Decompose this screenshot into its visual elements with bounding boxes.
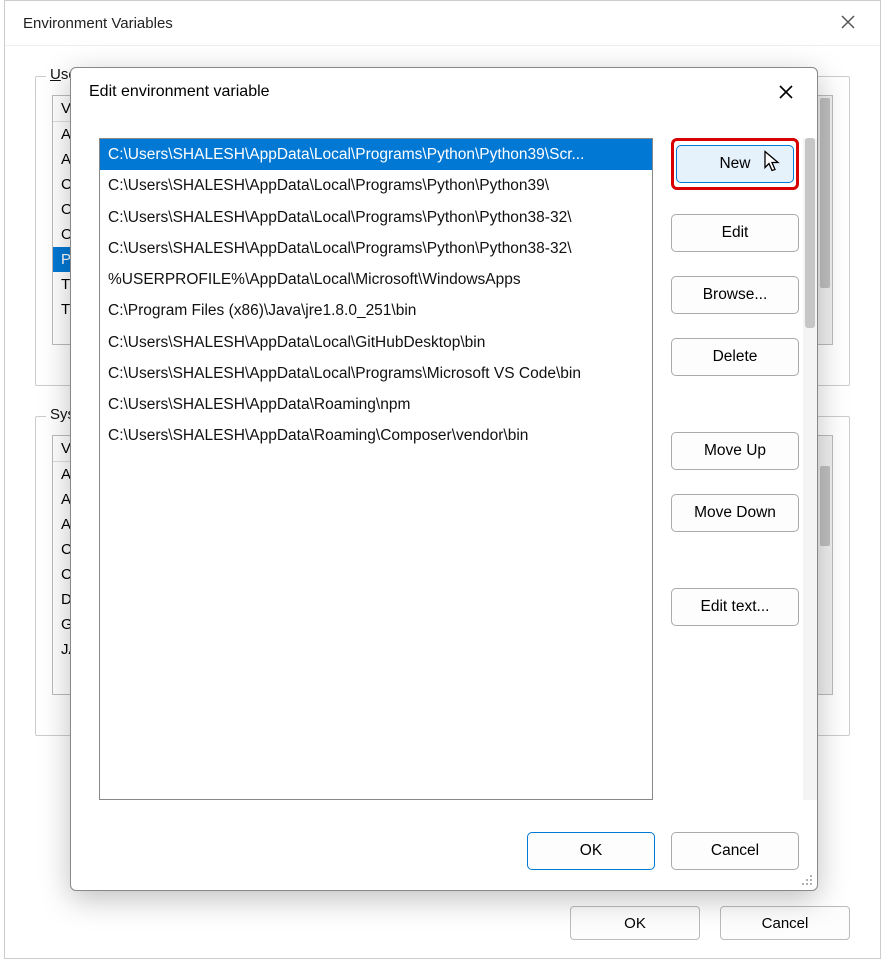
list-item[interactable]: C:\Users\SHALESH\AppData\Local\GitHubDes… bbox=[100, 327, 652, 358]
close-icon[interactable] bbox=[765, 76, 807, 108]
list-item[interactable]: C:\Program Files (x86)\Java\jre1.8.0_251… bbox=[100, 295, 652, 326]
modal-titlebar: Edit environment variable bbox=[71, 68, 817, 116]
parent-dialog-buttons: OK Cancel bbox=[570, 906, 850, 940]
scrollbar-thumb[interactable] bbox=[805, 138, 815, 328]
move-up-button[interactable]: Move Up bbox=[671, 432, 799, 470]
browse-button[interactable]: Browse... bbox=[671, 276, 799, 314]
cancel-button[interactable]: Cancel bbox=[720, 906, 850, 940]
parent-window-title: Environment Variables bbox=[23, 15, 173, 32]
close-icon[interactable] bbox=[828, 12, 868, 35]
path-entries-list[interactable]: C:\Users\SHALESH\AppData\Local\Programs\… bbox=[99, 138, 653, 800]
edit-text-button[interactable]: Edit text... bbox=[671, 588, 799, 626]
scrollbar[interactable] bbox=[803, 138, 817, 800]
list-item[interactable]: C:\Users\SHALESH\AppData\Local\Programs\… bbox=[100, 202, 652, 233]
new-button-highlight-box: New bbox=[671, 138, 799, 190]
edit-environment-variable-dialog: Edit environment variable C:\Users\SHALE… bbox=[70, 67, 818, 891]
list-item[interactable]: C:\Users\SHALESH\AppData\Local\Programs\… bbox=[100, 139, 652, 170]
scrollbar-thumb[interactable] bbox=[820, 466, 830, 546]
move-down-button[interactable]: Move Down bbox=[671, 494, 799, 532]
list-item[interactable]: C:\Users\SHALESH\AppData\Local\Programs\… bbox=[100, 170, 652, 201]
modal-title: Edit environment variable bbox=[89, 83, 270, 101]
modal-body: C:\Users\SHALESH\AppData\Local\Programs\… bbox=[99, 138, 799, 800]
cursor-icon bbox=[764, 151, 782, 178]
list-item[interactable]: C:\Users\SHALESH\AppData\Local\Programs\… bbox=[100, 358, 652, 389]
list-item[interactable]: %USERPROFILE%\AppData\Local\Microsoft\Wi… bbox=[100, 264, 652, 295]
modal-footer-buttons: OK Cancel bbox=[527, 832, 799, 870]
ok-button[interactable]: OK bbox=[570, 906, 700, 940]
delete-button[interactable]: Delete bbox=[671, 338, 799, 376]
ok-button[interactable]: OK bbox=[527, 832, 655, 870]
list-item[interactable]: C:\Users\SHALESH\AppData\Roaming\Compose… bbox=[100, 420, 652, 451]
resize-grip-icon[interactable] bbox=[799, 872, 813, 886]
cancel-button[interactable]: Cancel bbox=[671, 832, 799, 870]
list-item[interactable]: C:\Users\SHALESH\AppData\Local\Programs\… bbox=[100, 233, 652, 264]
parent-titlebar: Environment Variables bbox=[5, 1, 880, 46]
list-item[interactable]: C:\Users\SHALESH\AppData\Roaming\npm bbox=[100, 389, 652, 420]
scrollbar[interactable] bbox=[818, 96, 832, 344]
modal-side-buttons: New Edit Browse... Delete Move Up Move D… bbox=[671, 138, 799, 800]
scrollbar[interactable] bbox=[818, 436, 832, 694]
scrollbar-thumb[interactable] bbox=[820, 98, 830, 288]
edit-button[interactable]: Edit bbox=[671, 214, 799, 252]
